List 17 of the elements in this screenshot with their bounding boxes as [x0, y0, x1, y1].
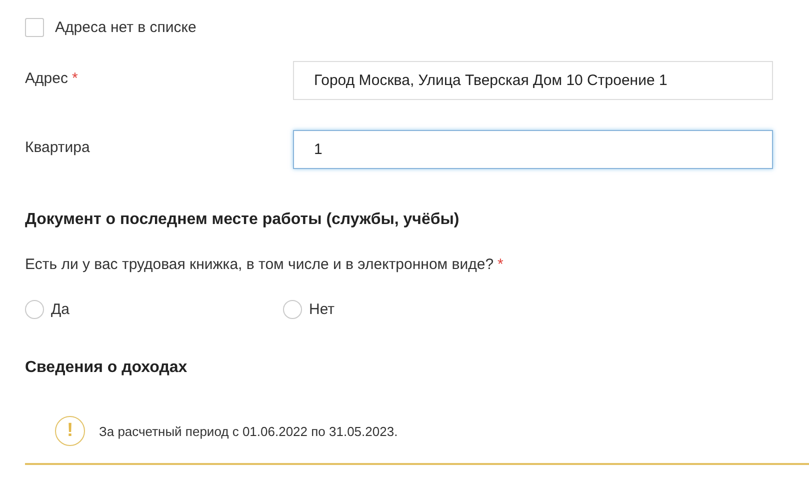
checkbox-label: Адреса нет в списке	[55, 18, 196, 36]
checkbox[interactable]	[25, 18, 44, 36]
input-field[interactable]: 1	[293, 130, 773, 169]
section-heading: Сведения о доходах	[25, 359, 188, 377]
field-label: Квартира	[25, 139, 90, 156]
question-text: Есть ли у вас трудовая книжка, в том числе и в электронном виде?	[25, 256, 494, 273]
radio-button[interactable]	[283, 300, 302, 319]
required-mark: *	[72, 70, 78, 87]
warning-icon: !	[55, 416, 85, 446]
radio-button[interactable]	[25, 300, 44, 319]
radio-label[interactable]: Да	[51, 301, 70, 318]
notice-text: За расчетный период с 01.06.2022 по 31.05.2023.	[99, 424, 398, 438]
field-label: Адрес	[25, 70, 68, 87]
section-heading: Документ о последнем месте работы (службы, учёбы)	[25, 211, 460, 229]
input-field[interactable]: Город Москва, Улица Тверская Дом 10 Строение 1	[293, 61, 773, 100]
required-mark: *	[498, 256, 504, 273]
radio-label[interactable]: Нет	[309, 301, 335, 318]
